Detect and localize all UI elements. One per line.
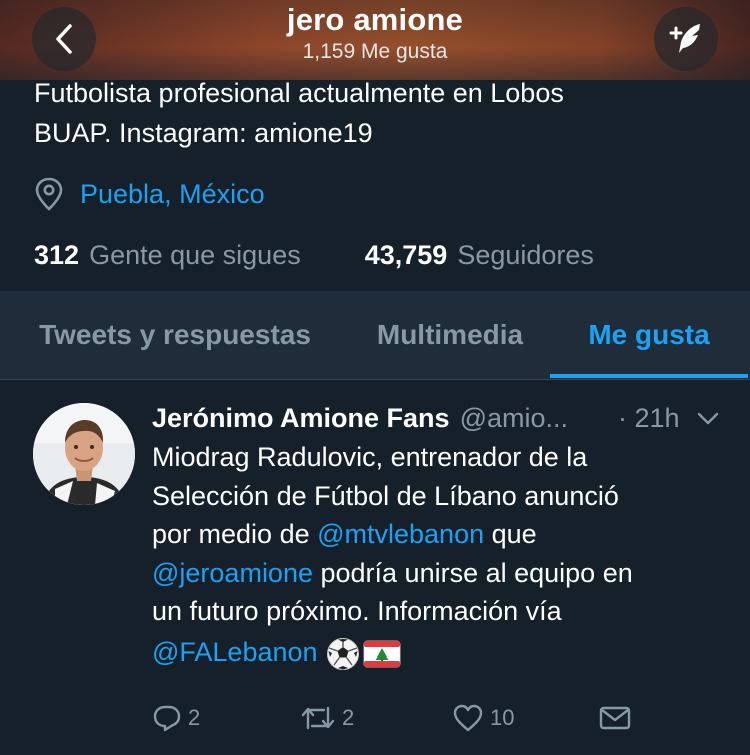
tweet-timestamp: · 21h: [618, 402, 680, 433]
mention-link[interactable]: @jeroamione: [152, 558, 313, 588]
location-pin-icon: [35, 177, 63, 211]
reply-count: 2: [188, 705, 201, 730]
tweet-text-line: @jeroamione podría unirse al equipo en: [152, 554, 732, 593]
tweet-text-line: Selección de Fútbol de Líbano anunció: [152, 480, 619, 511]
location-link[interactable]: Puebla, México: [80, 179, 265, 210]
retweet-button[interactable]: 2: [300, 700, 354, 736]
tweet-actions: 2 2 10: [152, 700, 742, 736]
bio-line: BUAP. Instagram: amione19: [34, 118, 373, 148]
mention-link[interactable]: @mtvlebanon: [317, 519, 484, 549]
tweet-text: Miodrag Radulovic, entrenador de la Sele…: [152, 438, 732, 672]
active-tab-indicator: [550, 374, 748, 378]
like-count: 10: [490, 705, 515, 730]
tweet-header: Jerónimo Amione Fans @amio... · 21h: [152, 398, 722, 438]
bio-line: Futbolista profesional actualmente en Lo…: [34, 78, 564, 108]
envelope-icon: [599, 706, 631, 730]
tweet-text-segment: que: [484, 519, 537, 550]
tab-tweets-replies[interactable]: Tweets y respuestas: [10, 291, 340, 379]
reply-button[interactable]: 2: [152, 700, 200, 736]
header-title: jero amione: [286, 2, 464, 37]
profile-bio: Futbolista profesional actualmente en Lo…: [34, 73, 724, 153]
tweet-text-line: por medio de @mtvlebanon que: [152, 515, 732, 554]
tweet-author-handle[interactable]: @amio...: [460, 403, 568, 434]
heart-icon: [453, 704, 483, 732]
profile-stats: 312 Gente que sigues 43,759 Seguidores: [34, 233, 594, 277]
retweet-count: 2: [342, 705, 355, 730]
tab-media[interactable]: Multimedia: [350, 291, 550, 379]
header-likes-count: 1,159 Me gusta: [302, 40, 448, 63]
like-button[interactable]: 10: [452, 700, 514, 736]
direct-message-button[interactable]: [598, 700, 632, 736]
lebanon-flag-emoji: [363, 640, 400, 668]
following-label[interactable]: Gente que sigues: [89, 240, 301, 271]
mention-link[interactable]: @FALebanon: [152, 637, 318, 667]
compose-tweet-button[interactable]: [654, 7, 718, 71]
profile-tabs: Tweets y respuestas Multimedia Me gusta: [0, 291, 750, 380]
avatar[interactable]: [33, 403, 135, 505]
tweet-text-segment: podría unirse al equipo en: [313, 557, 633, 588]
tweet-author-name[interactable]: Jerónimo Amione Fans: [152, 403, 450, 434]
soccer-ball-emoji: [326, 637, 359, 670]
following-count[interactable]: 312: [34, 240, 79, 271]
profile-location: Puebla, México: [34, 172, 265, 216]
followers-label[interactable]: Seguidores: [457, 240, 594, 271]
followers-count[interactable]: 43,759: [365, 240, 448, 271]
tweet-text-line: un futuro próximo. Información vía: [152, 596, 562, 627]
retweet-icon: [301, 706, 335, 730]
reply-icon: [153, 705, 181, 732]
feather-compose-icon: [669, 24, 700, 53]
tweet-text-line: @FALebanon: [152, 633, 732, 672]
tab-likes[interactable]: Me gusta: [550, 291, 748, 379]
chevron-down-icon[interactable]: [696, 406, 720, 430]
tweet-text-line: Miodrag Radulovic, entrenador de la: [152, 442, 588, 472]
tweet-text-segment: por medio de: [152, 519, 318, 550]
